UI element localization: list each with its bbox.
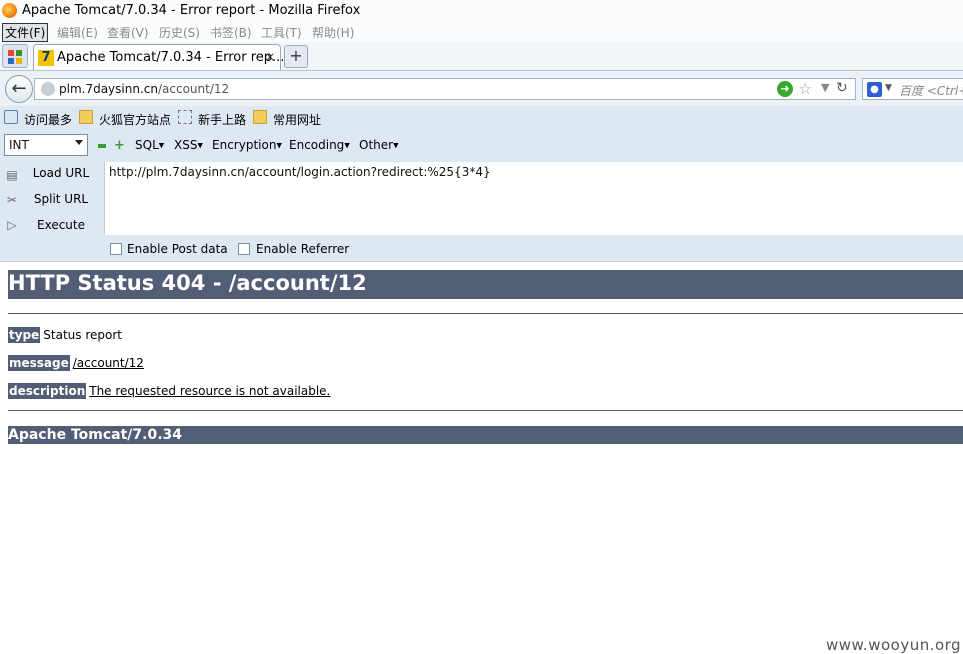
type-value: Status report xyxy=(43,328,122,342)
menu-edit[interactable]: 编辑(E) xyxy=(57,24,98,41)
menu-encoding-label: Encoding xyxy=(289,138,345,152)
tile-yellow-icon xyxy=(16,58,22,64)
bookmark-most-visited[interactable]: 访问最多 xyxy=(24,111,72,128)
url-path: /account/12 xyxy=(157,82,230,96)
description-key: description xyxy=(8,383,87,399)
url-host: plm.7daysinn.cn xyxy=(59,82,158,96)
menu-history[interactable]: 历史(S) xyxy=(159,24,200,41)
go-arrow-icon[interactable]: ➜ xyxy=(777,81,793,97)
menu-file[interactable]: 文件(F) xyxy=(2,23,49,42)
enable-referrer-label: Enable Referrer xyxy=(256,242,350,256)
search-bar[interactable]: ● ▼ 百度 <Ctrl+ xyxy=(862,78,963,100)
most-visited-icon xyxy=(4,110,18,124)
tab-title: Apache Tomcat/7.0.34 - Error rep... xyxy=(57,50,285,65)
menu-tools[interactable]: 工具(T) xyxy=(261,24,302,41)
message-value: /account/12 xyxy=(72,356,144,370)
tab-strip: 7 Apache Tomcat/7.0.34 - Error rep... × … xyxy=(0,42,963,70)
enable-post-checkbox[interactable] xyxy=(110,243,122,255)
back-arrow-icon: ← xyxy=(11,78,27,99)
back-button[interactable]: ← xyxy=(5,75,33,103)
site-identity-icon[interactable] xyxy=(41,82,55,96)
bookmark-firefox-site[interactable]: 火狐官方站点 xyxy=(99,111,171,128)
app-menu-button[interactable] xyxy=(2,44,28,68)
firefox-logo-icon xyxy=(2,3,17,18)
navigation-bar: ← plm.7daysinn.cn/account/12 ➜ ☆ ▼ ↻ ● ▼… xyxy=(0,70,963,106)
execute-icon: ▷ xyxy=(7,218,17,232)
menu-view[interactable]: 查看(V) xyxy=(107,24,149,41)
load-url-button[interactable]: Load URL xyxy=(30,166,92,180)
baidu-paw-icon[interactable]: ● xyxy=(867,82,882,97)
search-engine-dropdown-icon[interactable]: ▼ xyxy=(885,83,892,93)
dropdown-icon: ▼ xyxy=(344,141,350,150)
watermark: www.wooyun.org xyxy=(826,636,962,654)
type-row: type Status report xyxy=(8,327,122,343)
url-text[interactable]: plm.7daysinn.cn/account/12 xyxy=(59,82,229,96)
menu-xss-label: XSS xyxy=(174,138,198,152)
bookmark-getting-started[interactable]: 新手上路 xyxy=(198,111,246,128)
search-placeholder[interactable]: 百度 <Ctrl+ xyxy=(899,82,963,99)
enable-post-label: Enable Post data xyxy=(127,242,228,256)
load-url-icon: ▤ xyxy=(6,168,18,182)
bookmark-common-sites[interactable]: 常用网址 xyxy=(273,111,321,128)
dropdown-icon: ▼ xyxy=(276,141,282,150)
tab-close-icon[interactable]: × xyxy=(265,50,275,64)
type-select[interactable]: INT xyxy=(4,134,88,156)
menu-encryption-label: Encryption xyxy=(212,138,277,152)
url-textarea[interactable]: http://plm.7daysinn.cn/account/login.act… xyxy=(104,162,963,235)
description-value: The requested resource is not available. xyxy=(89,384,331,398)
menu-bookmarks[interactable]: 书签(B) xyxy=(210,24,252,41)
description-row: description The requested resource is not… xyxy=(8,383,331,399)
menu-bar: 文件(F) 编辑(E) 查看(V) 历史(S) 书签(B) 工具(T) 帮助(H… xyxy=(0,22,963,42)
menu-other-label: Other xyxy=(359,138,394,152)
url-bar[interactable]: plm.7daysinn.cn/account/12 ➜ ☆ ▼ ↻ xyxy=(34,78,856,100)
history-dropdown-icon[interactable]: ▼ xyxy=(821,81,829,94)
window-titlebar: Apache Tomcat/7.0.34 - Error report - Mo… xyxy=(0,0,963,22)
menu-xss[interactable]: XSS▼ xyxy=(174,138,203,152)
folder-icon xyxy=(253,110,267,124)
folder-icon xyxy=(79,110,93,124)
message-row: message/account/12 xyxy=(8,355,144,371)
hackbar-panel: INT + SQL▼ XSS▼ Encryption▼ Encoding▼ Ot… xyxy=(0,131,963,262)
menu-help[interactable]: 帮助(H) xyxy=(312,24,354,41)
page-title: HTTP Status 404 - /account/12 xyxy=(8,270,963,299)
increase-icon[interactable]: + xyxy=(114,138,125,153)
menu-sql-label: SQL xyxy=(135,138,159,152)
divider xyxy=(8,313,963,314)
dropdown-icon: ▼ xyxy=(158,141,165,150)
dropdown-icon: ▼ xyxy=(197,141,203,150)
menu-other[interactable]: Other▼ xyxy=(359,138,398,152)
message-key: message xyxy=(8,355,70,371)
tile-red-icon xyxy=(8,50,14,56)
dropdown-icon: ▼ xyxy=(393,141,399,150)
decrease-icon[interactable] xyxy=(98,144,106,148)
reload-icon[interactable]: ↻ xyxy=(836,80,848,96)
new-tab-button[interactable]: + xyxy=(284,45,308,68)
bookmarks-bar: 访问最多 火狐官方站点 新手上路 常用网址 xyxy=(0,106,963,131)
type-key: type xyxy=(8,327,41,343)
window-title: Apache Tomcat/7.0.34 - Error report - Mo… xyxy=(22,3,361,18)
type-select-value: INT xyxy=(9,138,29,152)
chevron-down-icon xyxy=(75,140,83,145)
enable-referrer-checkbox[interactable] xyxy=(238,243,250,255)
getting-started-icon xyxy=(178,110,192,124)
site-favicon-icon: 7 xyxy=(38,50,54,66)
divider xyxy=(8,410,963,411)
execute-button[interactable]: Execute xyxy=(30,218,92,232)
bookmark-star-icon[interactable]: ☆ xyxy=(798,79,812,98)
server-footer: Apache Tomcat/7.0.34 xyxy=(8,426,963,444)
menu-encryption[interactable]: Encryption▼ xyxy=(212,138,282,152)
tile-blue-icon xyxy=(8,58,14,64)
menu-encoding[interactable]: Encoding▼ xyxy=(289,138,350,152)
split-url-button[interactable]: Split URL xyxy=(30,192,92,206)
split-url-icon: ✂ xyxy=(6,193,18,207)
tile-green-icon xyxy=(16,50,22,56)
menu-sql[interactable]: SQL▼ xyxy=(135,138,164,152)
tab-active[interactable]: 7 Apache Tomcat/7.0.34 - Error rep... × xyxy=(33,44,285,70)
